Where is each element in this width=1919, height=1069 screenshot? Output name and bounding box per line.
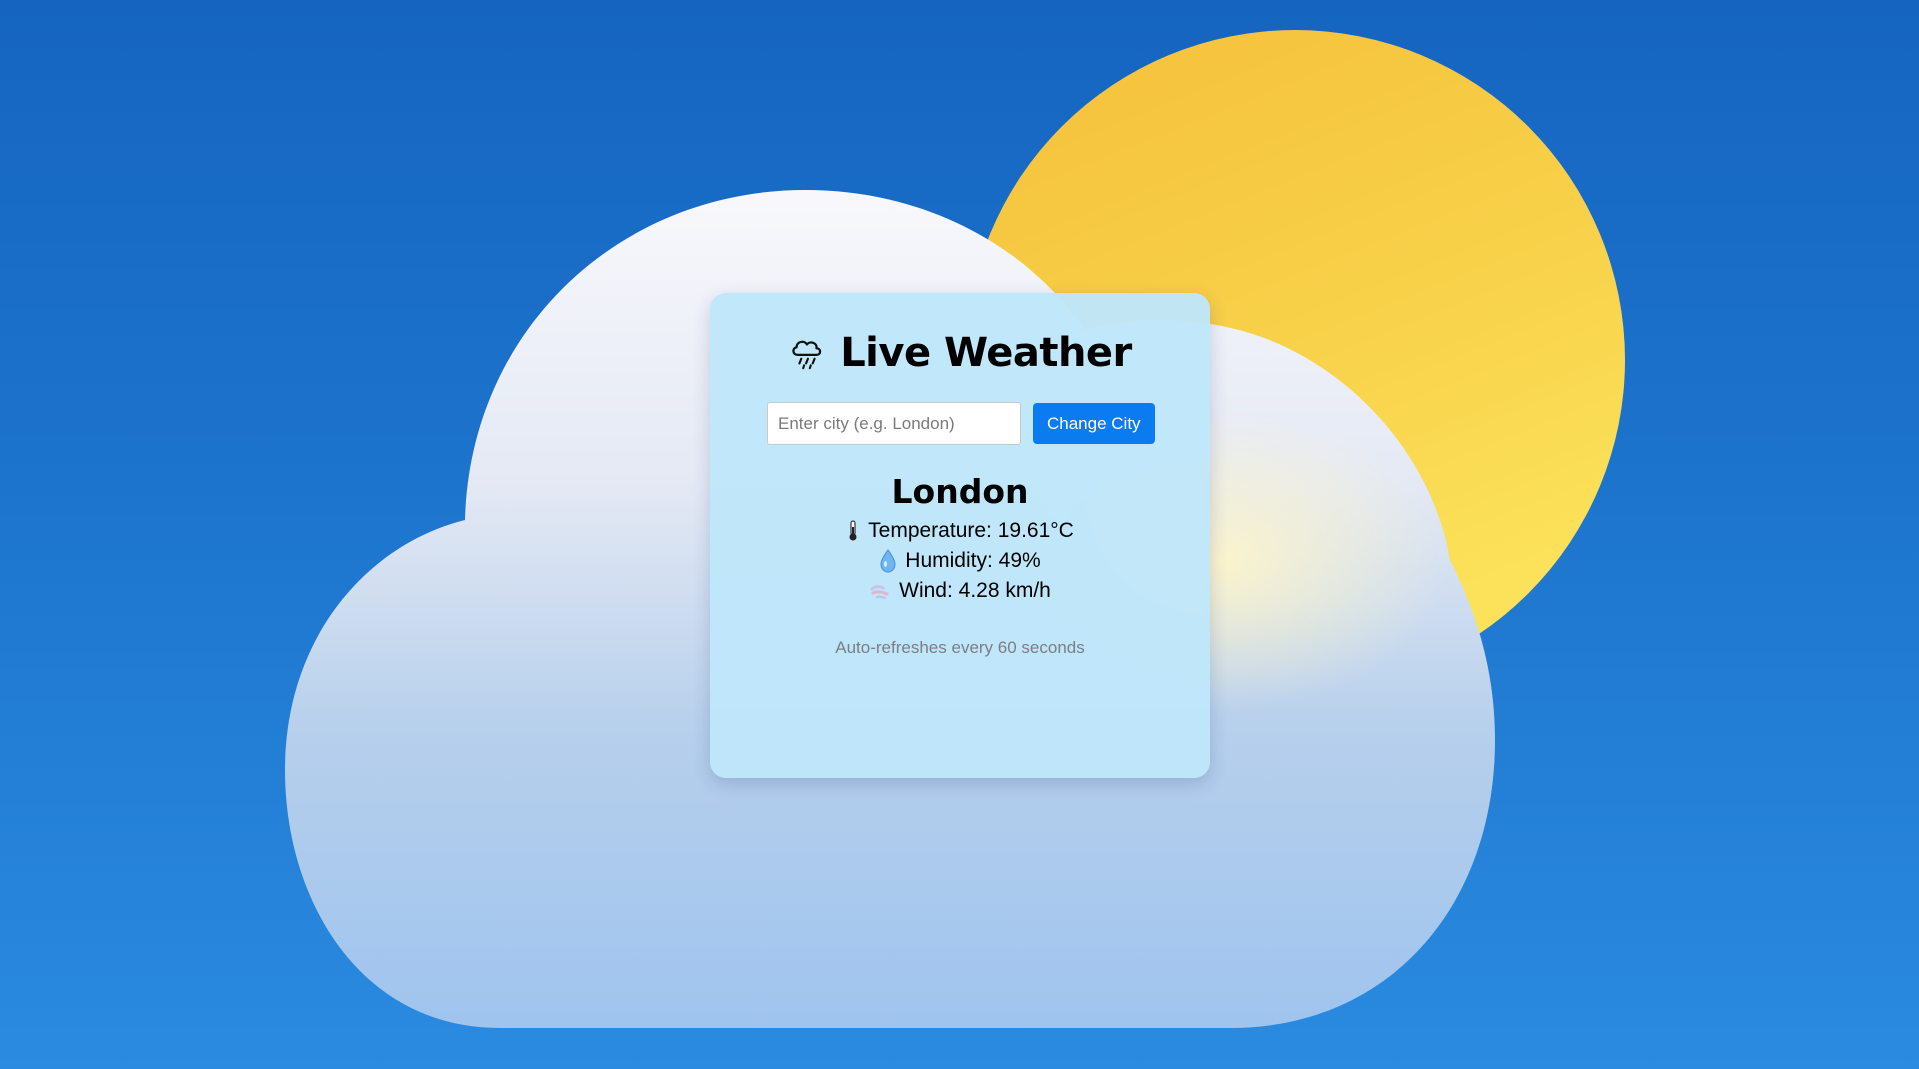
temperature-value: Temperature: 19.61°C [868,519,1074,542]
page-title: Live Weather [840,330,1132,376]
title-row: Live Weather [710,333,1210,373]
cloud-rain-icon [792,340,822,370]
weather-page: Live Weather Change City London Temperat… [0,0,1919,1069]
weather-details: London Temperature: 19.61°C Humidity: 49… [710,475,1210,606]
auto-refresh-note: Auto-refreshes every 60 seconds [835,638,1085,657]
temperature-row: Temperature: 19.61°C [710,516,1210,546]
wind-icon [870,585,889,600]
droplet-icon [880,549,896,573]
change-city-button[interactable]: Change City [1033,403,1155,444]
humidity-row: Humidity: 49% [710,546,1210,576]
wind-row: Wind: 4.28 km/h [710,576,1210,606]
city-name: London [891,472,1029,511]
weather-card: Live Weather Change City London Temperat… [710,293,1210,778]
city-search-bar: Change City [767,402,1155,445]
city-input[interactable] [767,402,1021,445]
wind-value: Wind: 4.28 km/h [899,579,1051,602]
humidity-value: Humidity: 49% [905,549,1041,572]
thermometer-icon [849,520,857,541]
